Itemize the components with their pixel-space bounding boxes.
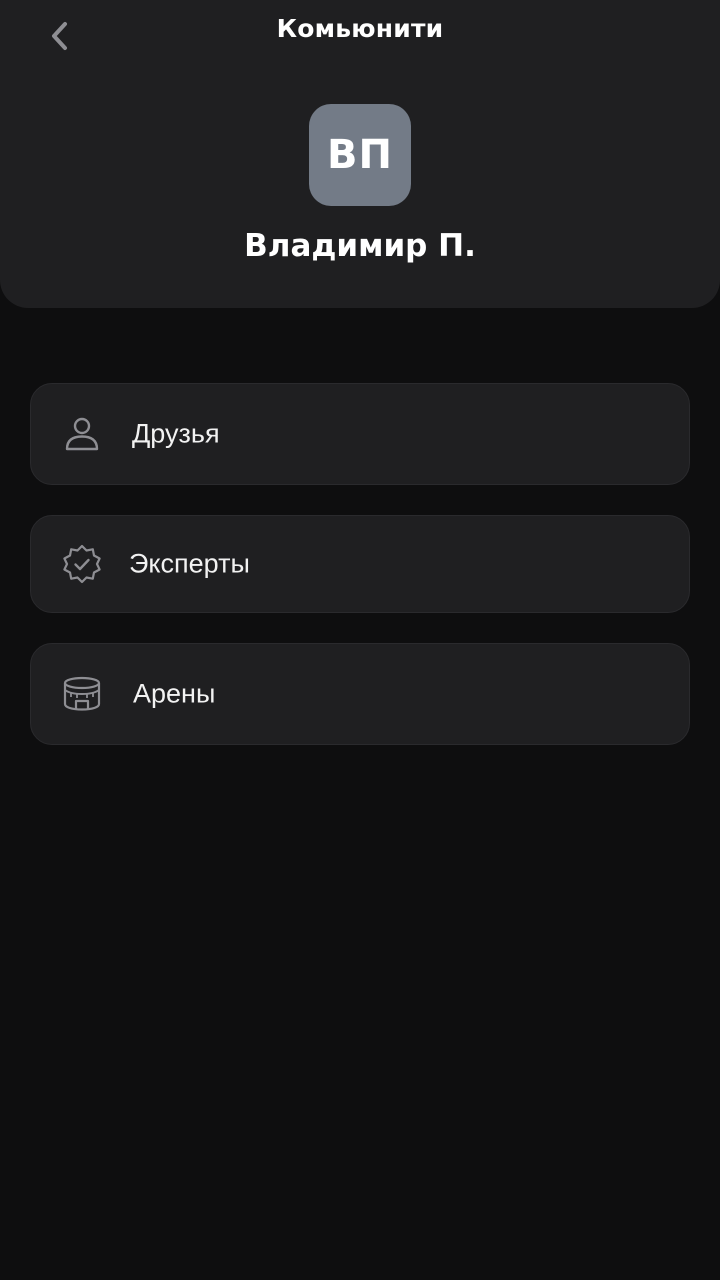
menu-item-friends[interactable]: Друзья bbox=[30, 383, 690, 485]
menu-item-label: Эксперты bbox=[129, 548, 250, 579]
verified-badge-icon bbox=[61, 543, 103, 585]
avatar-initials: ВП bbox=[327, 132, 393, 178]
stadium-icon bbox=[61, 673, 103, 715]
community-screen: Комьюнити ВП Владимир П. Друзья Эксперты bbox=[0, 0, 720, 1280]
profile-header: Комьюнити ВП Владимир П. bbox=[0, 0, 720, 308]
avatar: ВП bbox=[309, 104, 411, 206]
menu-item-label: Друзья bbox=[132, 418, 220, 449]
menu-item-experts[interactable]: Эксперты bbox=[30, 515, 690, 613]
menu-item-arenas[interactable]: Арены bbox=[30, 643, 690, 745]
page-title: Комьюнити bbox=[276, 14, 444, 43]
menu-item-label: Арены bbox=[133, 678, 216, 709]
user-name: Владимир П. bbox=[244, 228, 476, 264]
person-icon bbox=[61, 413, 103, 455]
